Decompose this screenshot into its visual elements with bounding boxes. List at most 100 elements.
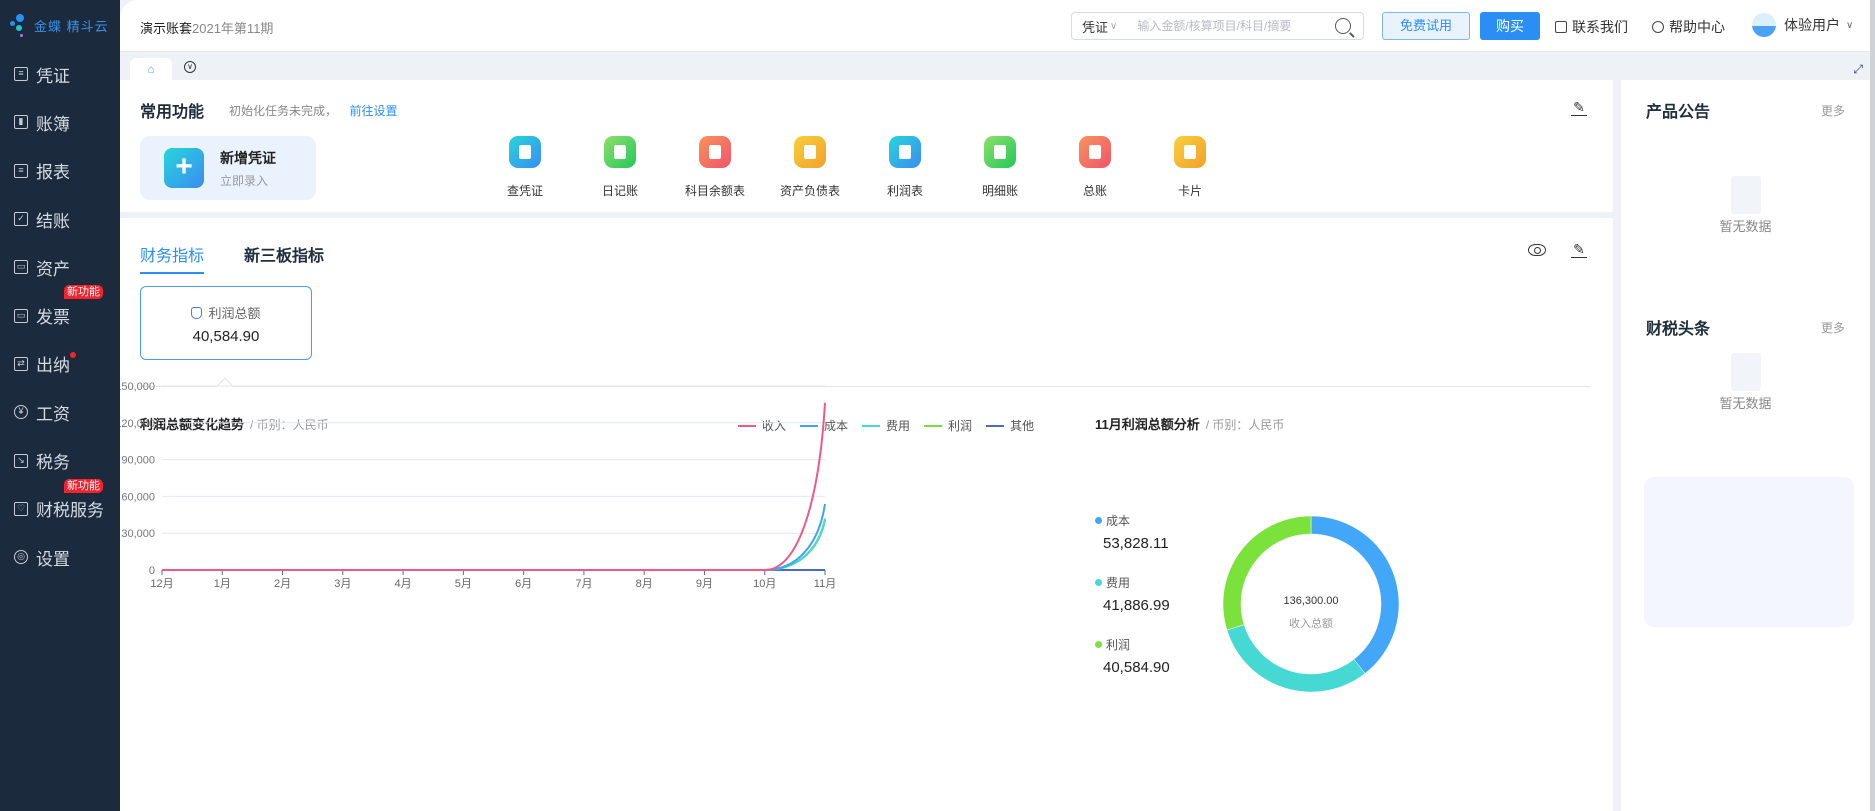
sidebar-item-4[interactable]: ▭ 资产 (0, 243, 120, 291)
legend-label: 费用 (886, 419, 911, 433)
function-label: 利润表 (886, 184, 923, 198)
legend-label: 利润 (948, 419, 973, 433)
profit-donut-chart: 136,300.00 收入总额 (1222, 515, 1400, 693)
sidebar-item-0[interactable]: ≡ 凭证 (0, 50, 120, 98)
top-bar: 演示账套2021年第11期 凭证 ∨ 免费试用 购买 联系我们 帮助中心 体验用… (120, 0, 1875, 52)
account-selector[interactable]: 演示账套2021年第11期 (140, 18, 273, 37)
sidebar-item-7[interactable]: ¥ 工资 (0, 388, 120, 436)
sidebar-item-3[interactable]: ✓ 结账 (0, 195, 120, 243)
quick-function-3[interactable]: 资产负债表 (765, 136, 855, 199)
add-voucher-title: 新增凭证 (220, 149, 276, 166)
plus-icon: + (164, 148, 204, 188)
sidebar-item-label: 账簿 (36, 114, 70, 134)
legend-dot (1095, 579, 1102, 586)
function-label: 总账 (1082, 184, 1107, 198)
quick-function-2[interactable]: 科目余额表 (670, 136, 760, 199)
tab-bar: ⌂ ∨ ⤢ (120, 52, 1875, 80)
announcement-empty: 暂无数据 (1621, 176, 1870, 235)
y-tick-label: 120,000 (120, 418, 155, 430)
announcement-more-link[interactable]: 更多 (1821, 102, 1845, 119)
salary-icon: ¥ (14, 405, 28, 420)
compass-icon (1652, 21, 1664, 33)
logo-icon (10, 10, 32, 40)
quick-function-4[interactable]: 利润表 (860, 136, 950, 199)
y-tick-label: 90,000 (121, 455, 155, 467)
legend-item[interactable]: 利润 (924, 417, 972, 434)
sidebar-item-6[interactable]: ⇄ 出纳 (0, 340, 120, 388)
sidebar-item-label: 报表 (36, 163, 70, 183)
tax-news-more-link[interactable]: 更多 (1821, 319, 1845, 336)
quick-function-5[interactable]: 明细账 (955, 136, 1045, 199)
sidebar-item-2[interactable]: ≡ 报表 (0, 147, 120, 195)
sidebar-item-9[interactable]: ♡ 财税服务 新功能 (0, 478, 120, 533)
sidebar-item-8[interactable]: ↘ 税务 (0, 436, 120, 484)
legend-label: 成本 (1106, 514, 1131, 528)
edit-icon[interactable]: ✎ (1571, 242, 1587, 258)
x-tick-label: 11月 (814, 578, 836, 590)
x-tick-label: 9月 (696, 578, 713, 590)
edit-icon[interactable]: ✎ (1571, 100, 1587, 116)
donut-legend-item: 费用 41,886.99 (1095, 574, 1170, 614)
invoice-icon: ▭ (14, 308, 28, 323)
search-type-select[interactable]: 凭证 (1072, 17, 1140, 36)
function-icon (889, 136, 921, 168)
account-period: 2021年第11期 (192, 21, 274, 36)
search-icon[interactable] (1335, 18, 1351, 34)
buy-button[interactable]: 购买 (1480, 12, 1540, 40)
function-icon (1174, 136, 1206, 168)
function-icon (984, 136, 1016, 168)
legend-dot (1095, 641, 1102, 648)
user-name: 体验用户 (1784, 17, 1840, 33)
function-label: 查凭证 (506, 184, 543, 198)
chat-icon (1555, 21, 1567, 33)
donut-legend: 成本 53,828.11 费用 41,886.99 利润 40,584.90 (1095, 512, 1170, 698)
free-trial-button[interactable]: 免费试用 (1382, 12, 1470, 40)
common-functions-panel: 常用功能 初始化任务未完成， 前往设置 ✎ + 新增凭证 立即录入 查凭证 日记账… (120, 80, 1613, 212)
new-feature-badge: 新功能 (64, 285, 103, 300)
promo-banner[interactable] (1644, 477, 1854, 627)
eye-icon[interactable] (1528, 244, 1546, 256)
chevron-down-circle-icon[interactable]: ∨ (184, 61, 196, 73)
x-tick-label: 7月 (575, 578, 592, 590)
quick-function-1[interactable]: 日记账 (575, 136, 665, 199)
contact-us-link[interactable]: 联系我们 (1555, 17, 1628, 37)
x-tick-label: 5月 (455, 578, 472, 590)
fullscreen-icon[interactable]: ⤢ (1853, 62, 1863, 77)
sidebar-item-10[interactable]: ◎ 设置 (0, 533, 120, 581)
home-icon: ⌂ (147, 62, 155, 76)
tax-service-icon: ♡ (14, 501, 28, 516)
legend-swatch (986, 424, 1005, 427)
donut-center-value: 136,300.00 (1283, 595, 1338, 607)
sidebar-item-5[interactable]: ▭ 发票 新功能 (0, 285, 120, 339)
donut-legend-item: 成本 53,828.11 (1095, 512, 1170, 552)
series-line-费用 (162, 518, 826, 571)
sidebar-item-1[interactable]: ▮ 账簿 (0, 98, 120, 146)
brand-logo[interactable]: 金蝶 精斗云 (10, 10, 109, 40)
add-voucher-button[interactable]: + 新增凭证 立即录入 (140, 136, 316, 200)
sidebar-item-label: 结账 (36, 211, 70, 231)
y-tick-label: 60,000 (121, 491, 155, 503)
chevron-down-icon[interactable]: ∨ (1110, 21, 1117, 32)
help-center-link[interactable]: 帮助中心 (1652, 17, 1725, 37)
legend-item[interactable]: 其他 (986, 417, 1034, 434)
function-label: 科目余额表 (684, 184, 745, 198)
new-feature-badge: 新功能 (64, 478, 103, 493)
chevron-down-icon: ∨ (1846, 19, 1854, 31)
quick-function-0[interactable]: 查凭证 (480, 136, 570, 199)
legend-label: 费用 (1106, 576, 1131, 590)
tab-home[interactable]: ⌂ (130, 58, 172, 80)
quick-function-6[interactable]: 总账 (1050, 136, 1140, 199)
series-line-成本 (162, 503, 826, 571)
quick-function-7[interactable]: 卡片 (1145, 136, 1235, 199)
global-search: 凭证 ∨ (1071, 12, 1364, 40)
scrollbar[interactable] (1870, 0, 1875, 811)
go-settings-link[interactable]: 前往设置 (349, 104, 397, 118)
cashier-icon: ⇄ (14, 356, 28, 371)
function-label: 卡片 (1177, 184, 1202, 198)
donut-slice-利润 (1222, 515, 1312, 631)
help-center-label: 帮助中心 (1669, 19, 1725, 35)
init-notice: 初始化任务未完成， (229, 104, 338, 118)
legend-value: 40,584.90 (1103, 659, 1170, 676)
search-input[interactable] (1137, 19, 1335, 33)
user-menu[interactable]: 体验用户 ∨ (1752, 13, 1853, 37)
